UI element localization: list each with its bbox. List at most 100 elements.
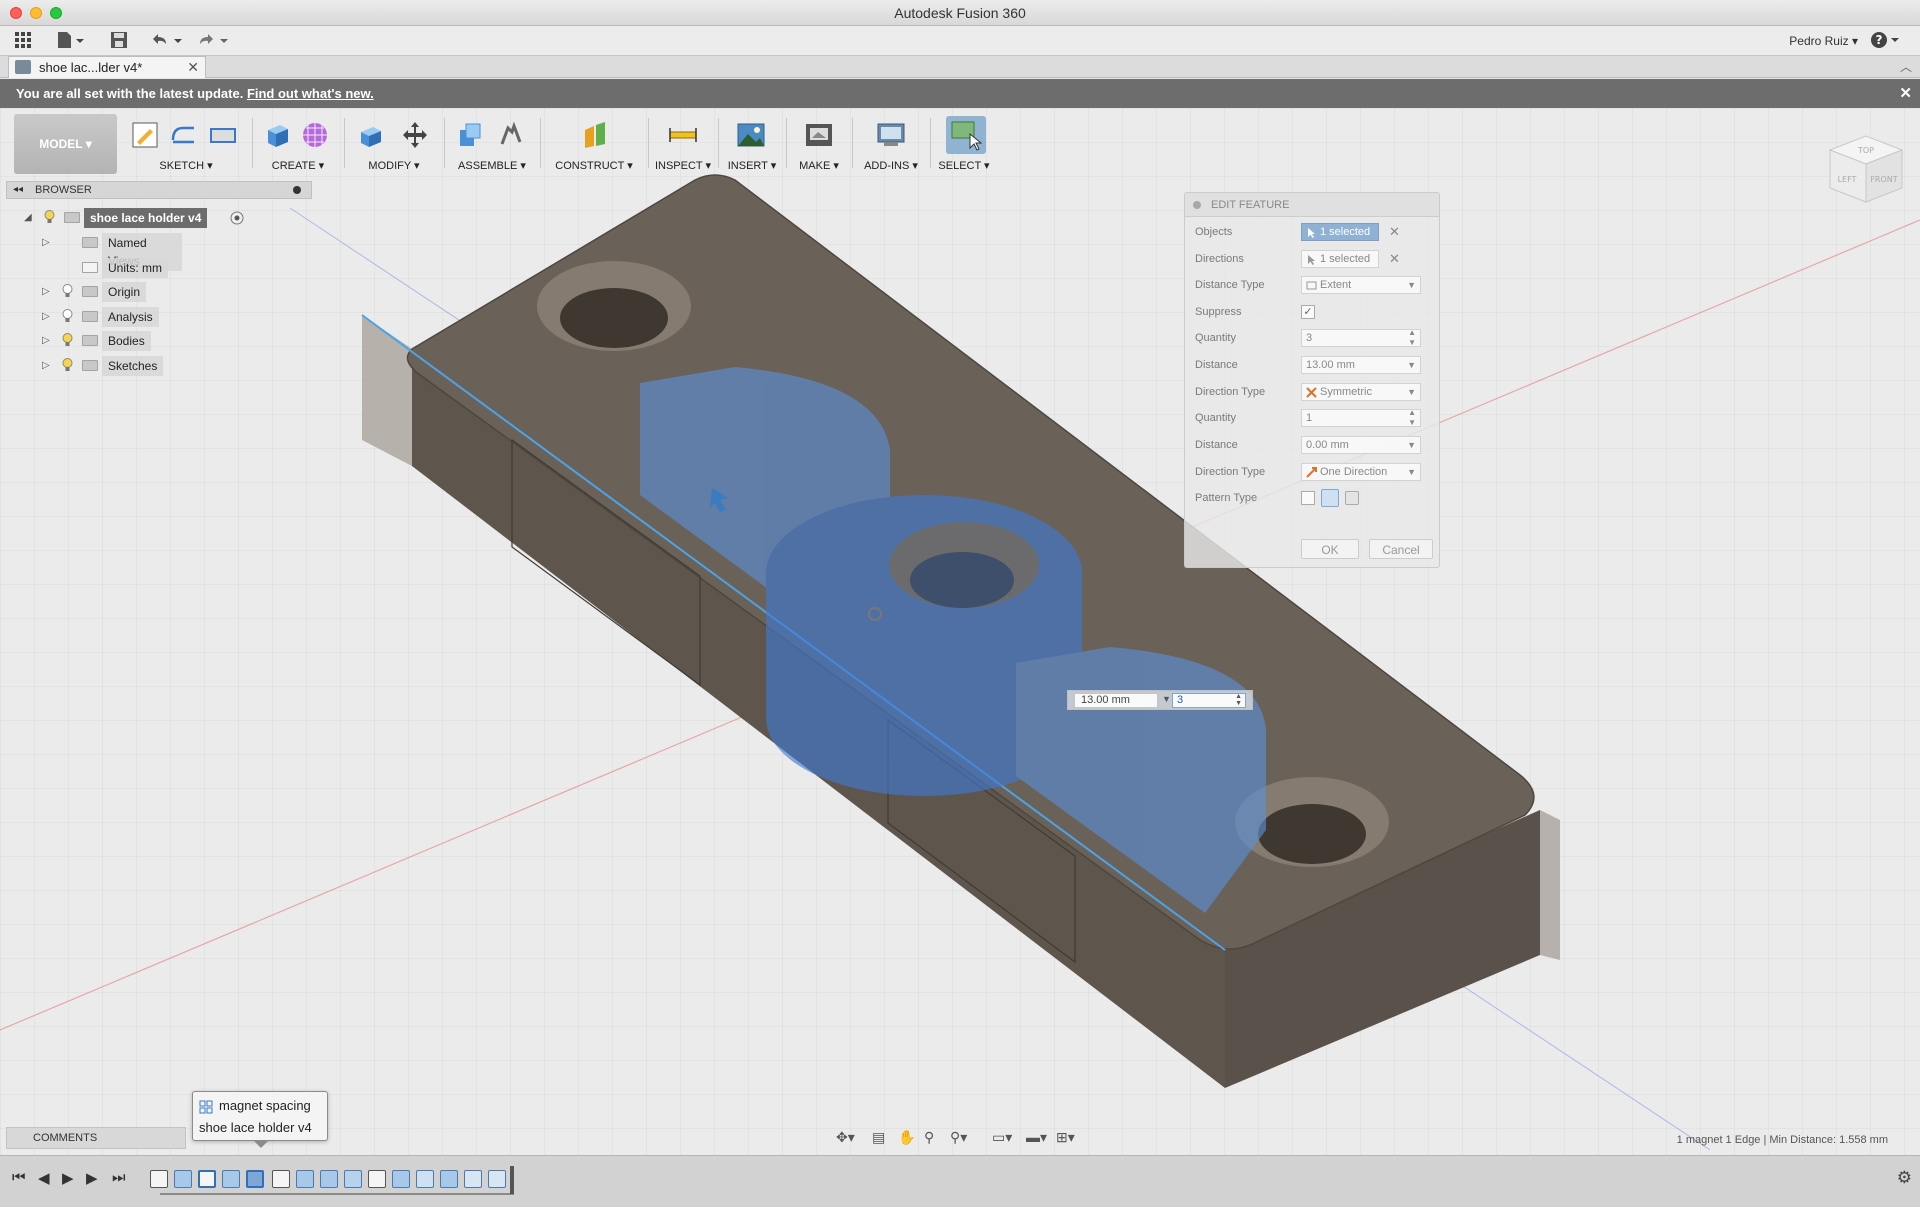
timeline-pattern-feature-icon[interactable] (246, 1170, 264, 1188)
orbit-icon[interactable]: ✥▾ (836, 1129, 855, 1146)
timeline-sketch-feature-icon[interactable] (272, 1170, 290, 1188)
browser-item-origin[interactable]: ▷ Origin (42, 282, 182, 302)
timeline-extrude-feature-icon[interactable] (320, 1170, 338, 1188)
whats-new-link[interactable]: Find out what's new. (247, 86, 374, 101)
distance-input[interactable]: 0.00 mm ▼ (1301, 436, 1421, 454)
expand-toggle[interactable]: ▷ (42, 234, 50, 252)
construct-group[interactable]: CONSTRUCT ▾ (544, 112, 644, 176)
expand-toggle[interactable]: ▷ (42, 308, 50, 326)
canvas-distance-input[interactable]: 13.00 mm (1074, 693, 1158, 708)
cancel-button[interactable]: Cancel (1369, 539, 1433, 559)
expand-toggle[interactable]: ▷ (42, 357, 50, 375)
move-copy-icon[interactable] (400, 120, 430, 150)
comments-panel[interactable]: COMMENTS (6, 1127, 186, 1149)
direction-type-select[interactable]: One Direction ▼ (1301, 463, 1421, 481)
scripts-add-ins-icon[interactable] (876, 120, 906, 150)
timeline-extrude-feature-icon[interactable] (174, 1170, 192, 1188)
gear-icon[interactable]: ⚙ (1897, 1168, 1912, 1188)
dialog-header[interactable]: EDIT FEATURE (1185, 193, 1439, 217)
chevron-down-icon[interactable]: ▼ (1162, 694, 1171, 704)
pin-browser-icon[interactable] (293, 186, 301, 194)
file-menu-icon[interactable] (56, 31, 86, 51)
modify-group[interactable]: MODIFY ▾ (348, 112, 440, 176)
workspace-switcher[interactable]: MODEL ▾ (14, 114, 117, 174)
expand-toggle[interactable]: ▷ (42, 283, 50, 301)
timeline-marker[interactable] (510, 1166, 514, 1194)
offset-plane-icon[interactable] (580, 120, 610, 150)
insert-group[interactable]: INSERT ▾ (722, 112, 782, 176)
suppress-checkbox[interactable]: ✓ (1301, 305, 1315, 319)
joint-icon[interactable] (496, 120, 526, 150)
direction-type-select[interactable]: Symmetric ▼ (1301, 383, 1421, 401)
step-back-icon[interactable]: ◀ (38, 1169, 50, 1187)
browser-item-units[interactable]: Units: mm (42, 258, 182, 278)
objects-selection-field[interactable]: 1 selected (1301, 223, 1379, 241)
measure-icon[interactable] (668, 120, 698, 150)
create-sketch-icon[interactable] (130, 120, 160, 150)
timeline-extrude-feature-icon[interactable] (296, 1170, 314, 1188)
pattern-type-optimized-icon[interactable] (1321, 489, 1339, 507)
sketch-group[interactable]: SKETCH ▾ (122, 112, 250, 176)
view-cube[interactable]: TOP LEFT FRONT (1826, 122, 1906, 212)
browser-root-component[interactable]: ◢ shoe lace holder v4 (24, 208, 254, 228)
distance-type-select[interactable]: Extent ▼ (1301, 276, 1421, 294)
expand-collapse-toggle[interactable]: ◢ (24, 209, 32, 227)
make-group[interactable]: MAKE ▾ (790, 112, 848, 176)
visibility-bulb-icon[interactable] (62, 358, 73, 372)
assemble-group[interactable]: ASSEMBLE ▾ (448, 112, 536, 176)
form-icon[interactable] (300, 120, 330, 150)
browser-panel-header[interactable]: ◂◂ BROWSER (6, 181, 312, 199)
rectangle-sketch-icon[interactable] (208, 120, 238, 150)
visibility-bulb-icon[interactable] (62, 309, 73, 323)
new-component-icon[interactable] (456, 120, 486, 150)
go-to-end-icon[interactable]: ⏭ (112, 1169, 126, 1186)
go-to-start-icon[interactable]: ⏮ (12, 1169, 26, 1186)
timeline-extrude-feature-icon[interactable] (392, 1170, 410, 1188)
timeline-sketch-feature-icon[interactable] (150, 1170, 168, 1188)
select-tool-icon[interactable] (946, 116, 986, 154)
press-pull-icon[interactable] (356, 120, 386, 150)
timeline-sketch-feature-icon[interactable] (368, 1170, 386, 1188)
data-panel-grid-icon[interactable] (14, 31, 32, 51)
redo-icon[interactable] (196, 31, 232, 51)
timeline-combine-feature-icon[interactable] (344, 1170, 362, 1188)
chevron-down-icon[interactable]: ▼ (1407, 437, 1416, 453)
close-tab-icon[interactable]: ✕ (187, 57, 199, 78)
insert-image-icon[interactable] (736, 120, 766, 150)
document-tab[interactable]: shoe lac...lder v4* ✕ (8, 56, 206, 78)
add-ins-group[interactable]: ADD-INS ▾ (856, 112, 926, 176)
browser-item-named-views[interactable]: ▷ Named Views (42, 233, 182, 271)
visibility-bulb-icon[interactable] (62, 333, 73, 347)
browser-item-analysis[interactable]: ▷ Analysis (42, 307, 182, 327)
activate-component-icon[interactable] (230, 211, 244, 225)
clear-directions-icon[interactable]: ✕ (1389, 248, 1400, 270)
browser-item-sketches[interactable]: ▷ Sketches (42, 356, 182, 376)
line-sketch-icon[interactable] (168, 120, 198, 150)
select-group[interactable]: SELECT ▾ (934, 112, 994, 176)
pattern-type-faces-icon[interactable] (1301, 491, 1315, 505)
expand-toggle[interactable]: ▷ (42, 332, 50, 350)
pattern-type-adjust-icon[interactable] (1345, 491, 1359, 505)
3d-viewport-canvas[interactable] (0, 108, 1920, 1155)
play-icon[interactable]: ▶ (62, 1169, 74, 1187)
timeline-fillet-feature-icon[interactable] (464, 1170, 482, 1188)
help-icon[interactable]: ? (1870, 31, 1902, 54)
3d-print-icon[interactable] (804, 120, 834, 150)
dialog-collapse-icon[interactable] (1193, 201, 1201, 209)
stepper-arrows-icon[interactable]: ▲ ▼ (1408, 328, 1416, 348)
clear-objects-icon[interactable]: ✕ (1389, 221, 1400, 243)
look-at-icon[interactable]: ▤ (872, 1129, 885, 1146)
create-group[interactable]: CREATE ▾ (256, 112, 340, 176)
stepper-arrows-icon[interactable]: ▲ ▼ (1408, 408, 1416, 428)
timeline-extrude-feature-icon[interactable] (222, 1170, 240, 1188)
fit-icon[interactable]: ⚲▾ (950, 1129, 967, 1146)
chevron-up-icon[interactable]: ︿ (1900, 58, 1912, 75)
collapse-browser-icon[interactable]: ◂◂ (13, 182, 23, 198)
user-account-menu[interactable]: Pedro Ruiz ▾ (1789, 34, 1858, 48)
extrude-icon[interactable] (262, 120, 292, 150)
display-settings-icon[interactable]: ▭▾ (992, 1129, 1012, 1146)
pan-icon[interactable]: ✋ (898, 1129, 915, 1146)
directions-selection-field[interactable]: 1 selected (1301, 250, 1379, 268)
timeline-fillet-feature-icon[interactable] (488, 1170, 506, 1188)
step-forward-icon[interactable]: ▶ (86, 1169, 98, 1187)
